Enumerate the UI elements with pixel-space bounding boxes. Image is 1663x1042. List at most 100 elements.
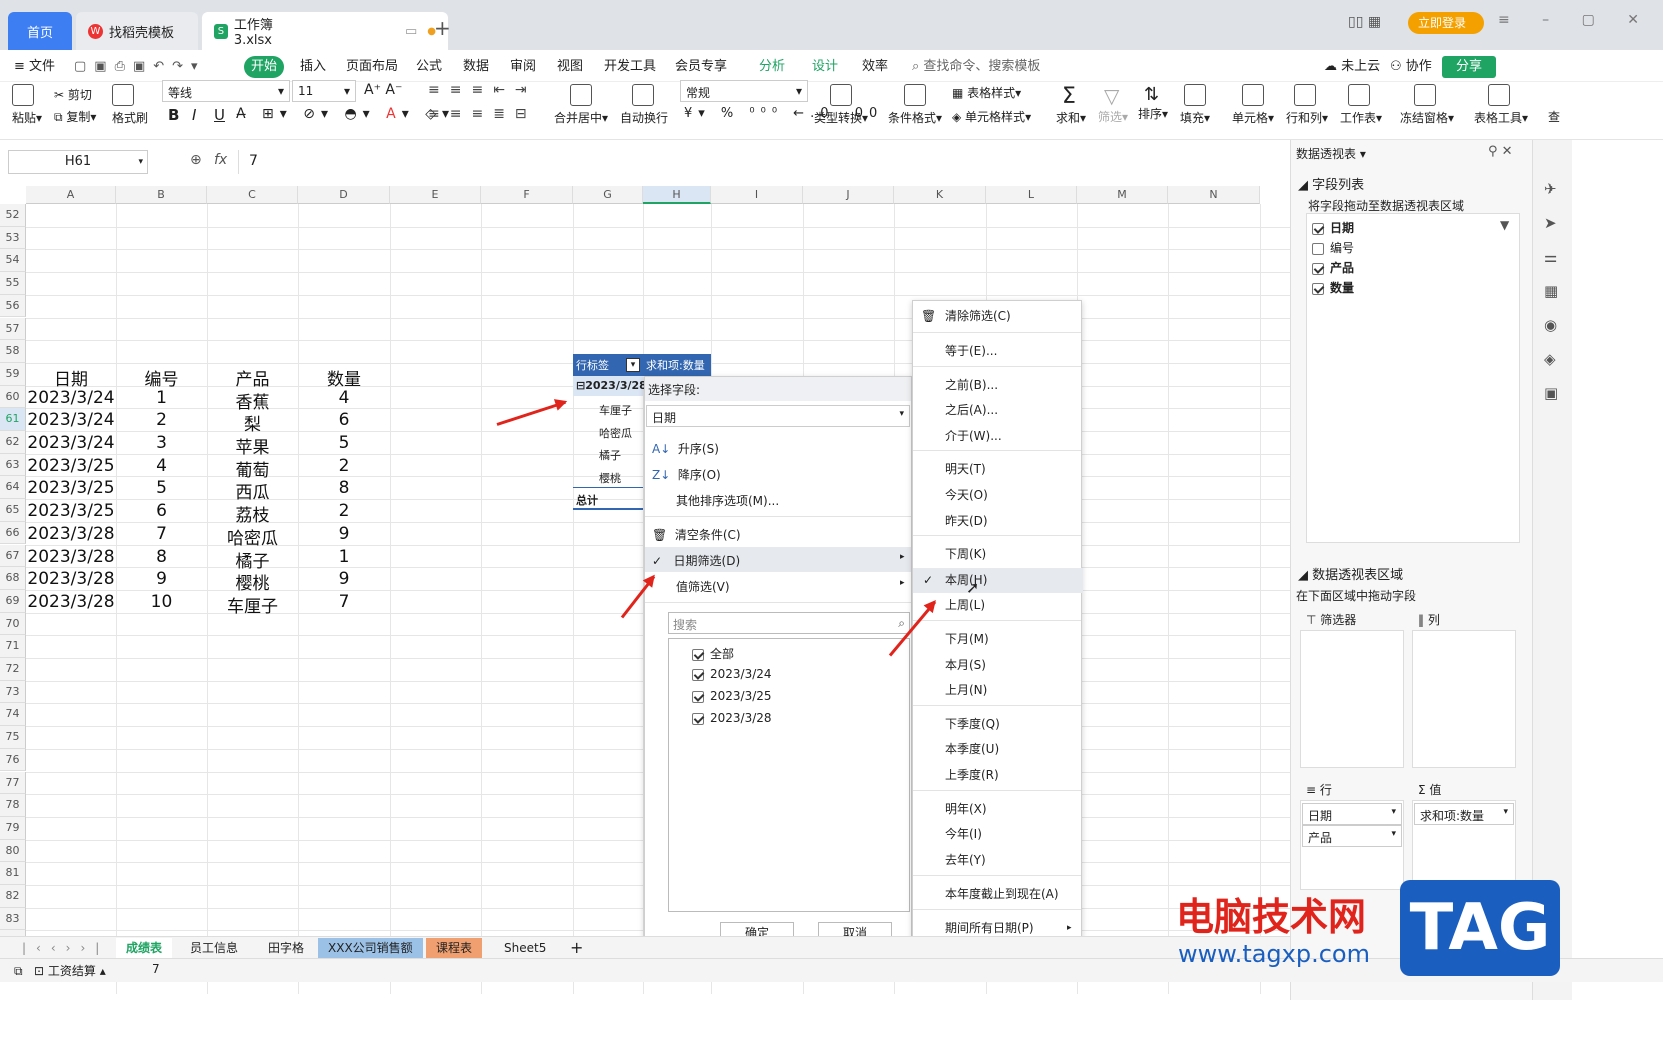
cut-button[interactable]: ✂ 剪切 xyxy=(54,86,92,103)
field-id-checkbox[interactable]: 编号 xyxy=(1312,239,1354,256)
column-header[interactable]: J xyxy=(803,186,894,204)
copy-button[interactable]: ⧉ 复制▾ xyxy=(54,108,96,125)
column-header[interactable]: B xyxy=(116,186,207,204)
rowcol-button[interactable]: 行和列▾ xyxy=(1286,84,1328,126)
table-cell[interactable]: 1 xyxy=(298,547,390,567)
table-cell[interactable]: 橘子 xyxy=(207,547,298,572)
header-cell[interactable]: 日期 xyxy=(26,365,116,390)
table-cell[interactable]: 1 xyxy=(116,388,207,408)
row-header[interactable]: 66 xyxy=(0,521,26,545)
menu-view[interactable]: 视图 xyxy=(557,56,583,78)
sheet-tab[interactable]: XXX公司销售额 xyxy=(318,938,423,958)
field-filter-icon[interactable]: ▼ xyxy=(1500,218,1509,232)
value-field-sum[interactable]: 求和项:数量 ▾ xyxy=(1414,803,1514,825)
bold-button[interactable]: B xyxy=(168,106,179,124)
row-header[interactable]: 65 xyxy=(0,499,26,522)
date-filter-option[interactable]: 今天(O) xyxy=(913,483,1083,508)
table-cell[interactable]: 6 xyxy=(116,501,207,521)
table-cell[interactable]: 2023/3/25 xyxy=(26,501,116,521)
field-select[interactable]: 日期 ▾ xyxy=(646,405,910,427)
menu-formula[interactable]: 公式 xyxy=(416,56,442,78)
filter-value-checkbox[interactable]: 2023/3/28 xyxy=(692,711,772,725)
date-filter-option[interactable]: 本月(S) xyxy=(913,653,1083,678)
row-header[interactable]: 72 xyxy=(0,658,26,681)
column-header[interactable]: F xyxy=(481,186,573,204)
filter-value-checkbox[interactable]: 2023/3/25 xyxy=(692,689,772,703)
sort-asc-item[interactable]: A↓ 升序(S) xyxy=(652,440,719,457)
command-search[interactable]: ⌕ 查找命令、搜索模板 xyxy=(912,56,1040,78)
pin-close-icons[interactable]: ⚲ ✕ xyxy=(1488,144,1513,159)
table-cell[interactable]: 9 xyxy=(298,569,390,589)
date-filter-option[interactable]: 上季度(R) xyxy=(913,763,1083,788)
table-cell[interactable]: 9 xyxy=(298,524,390,544)
field-date-checkbox[interactable]: 日期 xyxy=(1312,219,1354,236)
name-box[interactable]: H61 ▾ xyxy=(8,150,148,174)
menu-review[interactable]: 审阅 xyxy=(510,56,536,78)
date-filter-option[interactable]: 上月(N) xyxy=(913,678,1083,703)
date-filter-option[interactable]: 清除筛选(C) 🗑 xyxy=(913,304,1083,329)
clear-condition-item[interactable]: 🗑 清空条件(C) xyxy=(652,526,741,543)
date-filter-option[interactable]: 明年(X) xyxy=(913,797,1083,822)
column-header[interactable]: K xyxy=(894,186,986,204)
cloud-button[interactable]: ☁ 未上云 xyxy=(1324,56,1380,78)
row-header[interactable]: 62 xyxy=(0,431,26,454)
menu-start[interactable]: 开始 xyxy=(244,56,284,78)
date-filter-option[interactable]: 等于(E)... xyxy=(913,339,1083,364)
table-cell[interactable]: 9 xyxy=(116,569,207,589)
more-sort-item[interactable]: 其他排序选项(M)... xyxy=(676,492,779,509)
row-header[interactable]: 73 xyxy=(0,680,26,704)
layout-icon[interactable]: ▯▯ ▦ xyxy=(1348,14,1381,30)
column-header[interactable]: I xyxy=(711,186,803,204)
column-area[interactable] xyxy=(1412,630,1516,768)
row-header[interactable]: 58 xyxy=(0,340,26,363)
font-tools-icons[interactable]: A̶ ⊞▾ ⊘▾ ◓▾ A▾ ◇▾ xyxy=(236,106,455,122)
paste-button[interactable]: 粘贴▾ xyxy=(12,84,42,126)
table-cell[interactable]: 6 xyxy=(298,410,390,430)
row-header[interactable]: 78 xyxy=(0,794,26,817)
cell-style-button[interactable]: ◈ 单元格样式▾ xyxy=(952,108,1031,125)
column-header[interactable]: N xyxy=(1168,186,1260,204)
format-painter-button[interactable]: 格式刷 xyxy=(112,84,148,126)
date-filter-option[interactable]: 下季度(Q) xyxy=(913,712,1083,737)
table-cell[interactable]: 樱桃 xyxy=(207,569,298,594)
table-cell[interactable]: 2023/3/25 xyxy=(26,456,116,476)
table-cell[interactable]: 2023/3/24 xyxy=(26,433,116,453)
tab-workbook[interactable]: S 工作簿3.xlsx ▭ ● xyxy=(202,12,448,50)
table-cell[interactable]: 2023/3/28 xyxy=(26,524,116,544)
field-qty-checkbox[interactable]: 数量 xyxy=(1312,279,1354,296)
filter-button[interactable]: ▽ 筛选▾ xyxy=(1098,84,1128,125)
row-header[interactable]: 59 xyxy=(0,362,26,386)
tab-home[interactable]: 首页 xyxy=(8,12,72,50)
status-macro[interactable]: ⧉ ⊡ 工资结算 ▴ xyxy=(14,962,106,979)
convert-button[interactable]: 类型转换▾ xyxy=(814,84,868,126)
menu-layout[interactable]: 页面布局 xyxy=(346,56,398,78)
align-icons[interactable]: ≡≡≡⇤⇥ xyxy=(428,82,537,98)
fill-button[interactable]: 填充▾ xyxy=(1180,84,1210,126)
date-filter-option[interactable]: 去年(Y) xyxy=(913,848,1083,873)
menu-data[interactable]: 数据 xyxy=(463,56,489,78)
date-filter-option[interactable]: 今年(I) xyxy=(913,822,1083,847)
field-product-checkbox[interactable]: 产品 xyxy=(1312,259,1354,276)
table-cell[interactable]: 4 xyxy=(116,456,207,476)
column-header[interactable]: D xyxy=(298,186,390,204)
date-filter-option[interactable]: 之后(A)... xyxy=(913,398,1083,423)
date-filter-option[interactable]: 本周(H) ✓ xyxy=(913,568,1083,593)
monitor-icon[interactable]: ▭ xyxy=(405,24,417,39)
window-controls[interactable]: ≡ – ▢ ✕ xyxy=(1498,12,1653,28)
cond-format-button[interactable]: 条件格式▾ xyxy=(888,84,942,126)
fx-icon[interactable]: fx xyxy=(214,152,227,168)
row-header[interactable]: 68 xyxy=(0,567,26,590)
table-cell[interactable]: 2 xyxy=(298,456,390,476)
row-header[interactable]: 67 xyxy=(0,544,26,568)
column-header[interactable]: A xyxy=(26,186,116,204)
find-button[interactable]: 查 xyxy=(1548,108,1560,125)
table-cell[interactable]: 7 xyxy=(298,592,390,612)
column-header[interactable]: M xyxy=(1077,186,1168,204)
row-header[interactable]: 71 xyxy=(0,635,26,658)
tab-template[interactable]: W 找稻壳模板 xyxy=(76,12,198,50)
table-cell[interactable]: 2023/3/24 xyxy=(26,388,116,408)
table-cell[interactable]: 8 xyxy=(116,547,207,567)
table-cell[interactable]: 2023/3/28 xyxy=(26,547,116,567)
date-filter-option[interactable]: 介于(W)... xyxy=(913,424,1083,449)
quick-access-icons[interactable]: ▢▣⎙▣↶↷▾ xyxy=(74,56,206,78)
